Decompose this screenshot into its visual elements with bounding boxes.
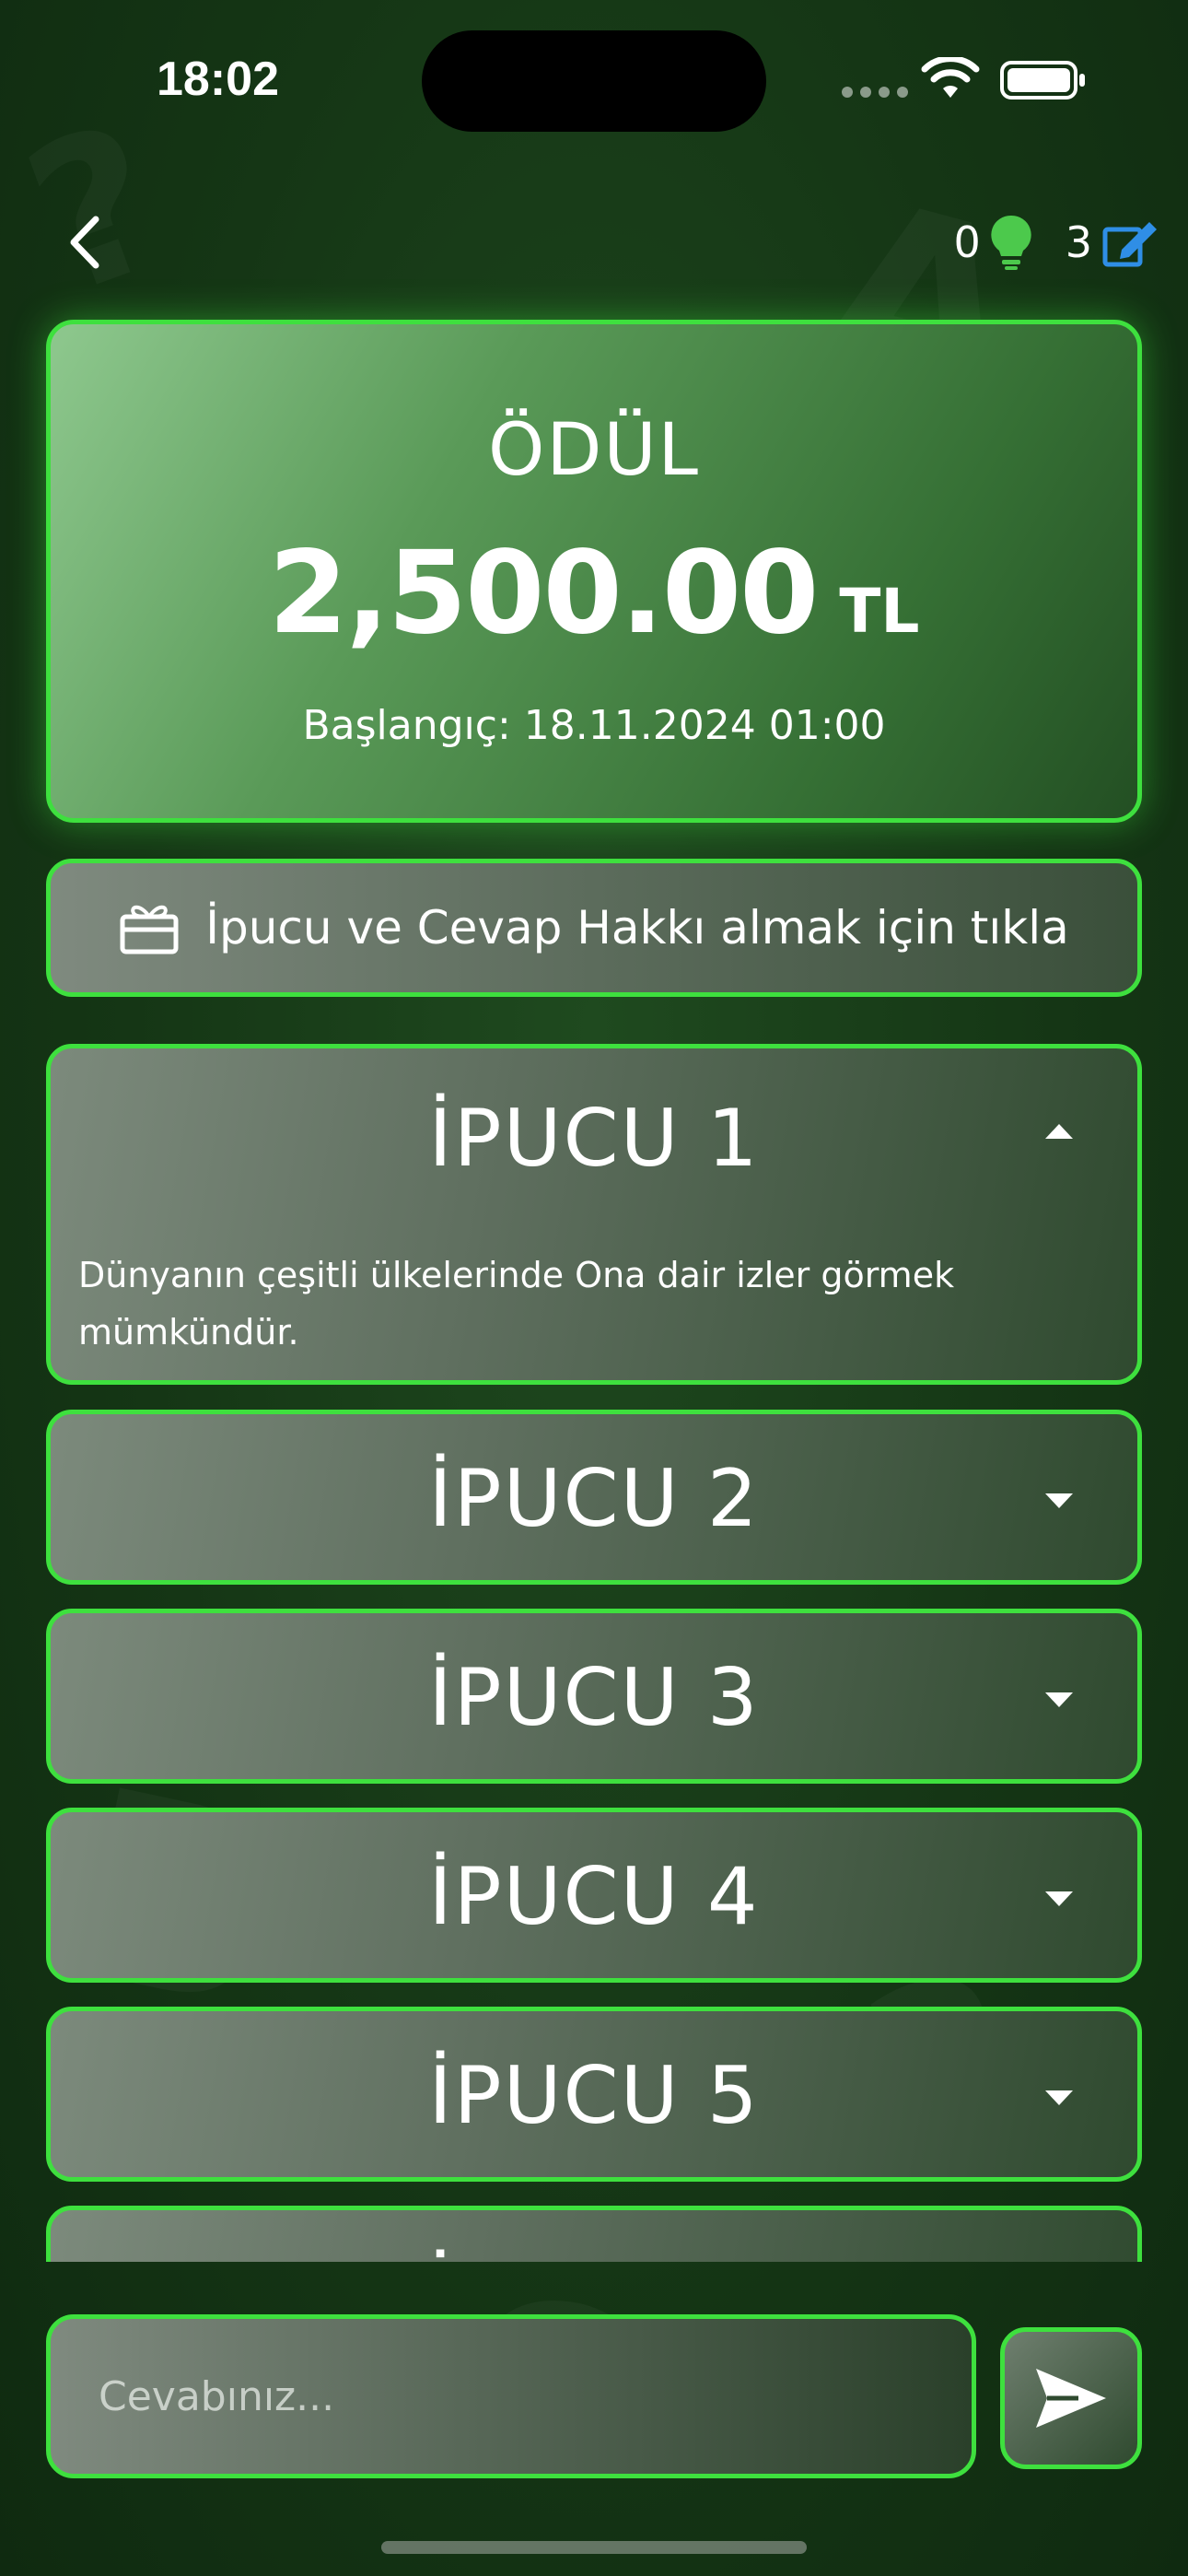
rights-counters: 0 3 bbox=[953, 210, 1160, 275]
gift-icon bbox=[120, 905, 179, 954]
answer-input[interactable] bbox=[46, 2314, 976, 2478]
prize-currency: TL bbox=[839, 576, 920, 647]
back-button[interactable] bbox=[55, 210, 120, 275]
answer-count: 3 bbox=[1065, 217, 1092, 267]
home-indicator bbox=[381, 2541, 807, 2554]
chevron-left-icon bbox=[70, 216, 99, 269]
edit-icon bbox=[1102, 222, 1157, 267]
prize-card: ÖDÜL 2,500.00 TL Başlangıç: 18.11.2024 0… bbox=[46, 320, 1142, 823]
send-icon bbox=[1036, 2369, 1106, 2428]
chevron-up-icon[interactable] bbox=[1045, 1122, 1073, 1141]
cellular-signal-icon bbox=[842, 87, 908, 98]
hint-title: İPUCU 5 bbox=[428, 2050, 760, 2142]
battery-icon bbox=[1000, 61, 1085, 100]
buy-rights-button[interactable]: İpucu ve Cevap Hakkı almak için tıkla bbox=[46, 859, 1142, 997]
hint-title: İPUCU 2 bbox=[428, 1453, 760, 1545]
buy-rights-label: İpucu ve Cevap Hakkı almak için tıkla bbox=[205, 901, 1069, 954]
chevron-down-icon[interactable] bbox=[1045, 2089, 1073, 2107]
prize-amount-row: 2,500.00 TL bbox=[51, 527, 1137, 660]
prize-start-date: Başlangıç: 18.11.2024 01:00 bbox=[302, 702, 886, 749]
hints-list[interactable]: İPUCU 1 Dünyanın çeşitli ülkelerinde Ona… bbox=[0, 1041, 1188, 2262]
hint-item-3[interactable]: İPUCU 3 bbox=[46, 1609, 1142, 1784]
hint-item-2[interactable]: İPUCU 2 bbox=[46, 1410, 1142, 1585]
hint-item-1[interactable]: İPUCU 1 Dünyanın çeşitli ülkelerinde Ona… bbox=[46, 1044, 1142, 1385]
hint-count: 0 bbox=[953, 217, 981, 267]
lightbulb-icon bbox=[991, 215, 1031, 270]
hint-title: İPUCU 1 bbox=[428, 1093, 760, 1185]
hint-item-5[interactable]: İPUCU 5 bbox=[46, 2007, 1142, 2182]
hint-item-6[interactable]: İPUCU 6 bbox=[46, 2206, 1142, 2262]
chevron-down-icon[interactable] bbox=[1045, 1691, 1073, 1709]
chevron-down-icon[interactable] bbox=[1045, 1492, 1073, 1510]
hint-title: İPUCU 6 bbox=[51, 2249, 1137, 2262]
dynamic-island bbox=[422, 30, 766, 132]
prize-amount: 2,500.00 bbox=[268, 527, 820, 660]
send-button[interactable] bbox=[1000, 2327, 1142, 2469]
hint-title: İPUCU 4 bbox=[428, 1851, 760, 1943]
status-bar: 18:02 bbox=[0, 0, 1188, 157]
status-time: 18:02 bbox=[157, 53, 279, 106]
hint-title: İPUCU 3 bbox=[428, 1652, 760, 1744]
prize-title: ÖDÜL bbox=[487, 409, 700, 492]
chevron-down-icon[interactable] bbox=[1045, 1890, 1073, 1908]
hint-text: Dünyanın çeşitli ülkelerinde Ona dair iz… bbox=[78, 1255, 955, 1352]
wifi-icon bbox=[921, 57, 980, 98]
hint-item-4[interactable]: İPUCU 4 bbox=[46, 1808, 1142, 1983]
